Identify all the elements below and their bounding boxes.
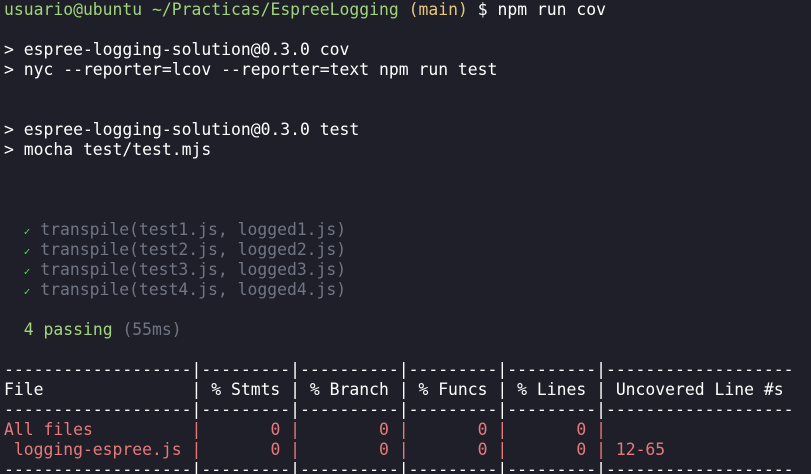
coverage-row-logging-espree: logging-espree.js | 0 | 0 | 0 | 0 | 12-6… xyxy=(4,440,811,460)
npm-test-command-line: > mocha test/test.mjs xyxy=(4,140,212,159)
test-name: transpile(test3.js, logged3.js) xyxy=(40,260,347,279)
coverage-values: | 0 | 0 | 0 | 0 | xyxy=(191,440,616,459)
test-name: transpile(test2.js, logged2.js) xyxy=(40,240,347,259)
prompt-symbol: $ xyxy=(477,0,488,19)
coverage-separator: -------------------|---------|----------… xyxy=(4,400,794,419)
npm-cov-script-line: > espree-logging-solution@0.3.0 cov xyxy=(4,40,350,59)
terminal-window[interactable]: usuario@ubuntu ~/Practicas/EspreeLogging… xyxy=(0,0,811,474)
test-result-line: ✓ transpile(test2.js, logged2.js) xyxy=(4,240,811,260)
checkmark-icon: ✓ xyxy=(23,265,31,278)
prompt-branch: (main) xyxy=(408,0,468,19)
test-name: transpile(test4.js, logged4.js) xyxy=(40,280,347,299)
test-name: transpile(test1.js, logged1.js) xyxy=(40,220,347,239)
coverage-separator: -------------------|---------|----------… xyxy=(4,460,794,474)
passing-summary-line: 4 passing (55ms) xyxy=(4,320,811,340)
coverage-separator: -------------------|---------|----------… xyxy=(4,360,794,379)
checkmark-icon: ✓ xyxy=(23,285,31,298)
prompt-path: ~/Practicas/EspreeLogging xyxy=(152,0,399,19)
test-duration: (55ms) xyxy=(122,320,182,339)
test-result-line: ✓ transpile(test3.js, logged3.js) xyxy=(4,260,811,280)
checkmark-icon: ✓ xyxy=(23,245,31,258)
checkmark-icon: ✓ xyxy=(23,225,31,238)
coverage-header-row: File | % Stmts | % Branch | % Funcs | % … xyxy=(4,380,794,399)
coverage-values: | 0 | 0 | 0 | 0 | xyxy=(191,420,794,439)
command-text: npm run cov xyxy=(497,0,607,19)
prompt-user-host: usuario@ubuntu xyxy=(4,0,143,19)
passing-count: 4 passing xyxy=(23,320,113,339)
coverage-row-all-files: All files | 0 | 0 | 0 | 0 | xyxy=(4,420,811,440)
coverage-file-name: All files xyxy=(4,420,192,439)
coverage-uncovered-lines: 12-65 xyxy=(615,440,666,459)
npm-test-script-line: > espree-logging-solution@0.3.0 test xyxy=(4,120,360,139)
prompt-line: usuario@ubuntu ~/Practicas/EspreeLogging… xyxy=(4,0,811,20)
coverage-file-name: logging-espree.js xyxy=(4,440,192,459)
test-result-line: ✓ transpile(test1.js, logged1.js) xyxy=(4,220,811,240)
test-result-line: ✓ transpile(test4.js, logged4.js) xyxy=(4,280,811,300)
npm-cov-command-line: > nyc --reporter=lcov --reporter=text np… xyxy=(4,60,498,79)
